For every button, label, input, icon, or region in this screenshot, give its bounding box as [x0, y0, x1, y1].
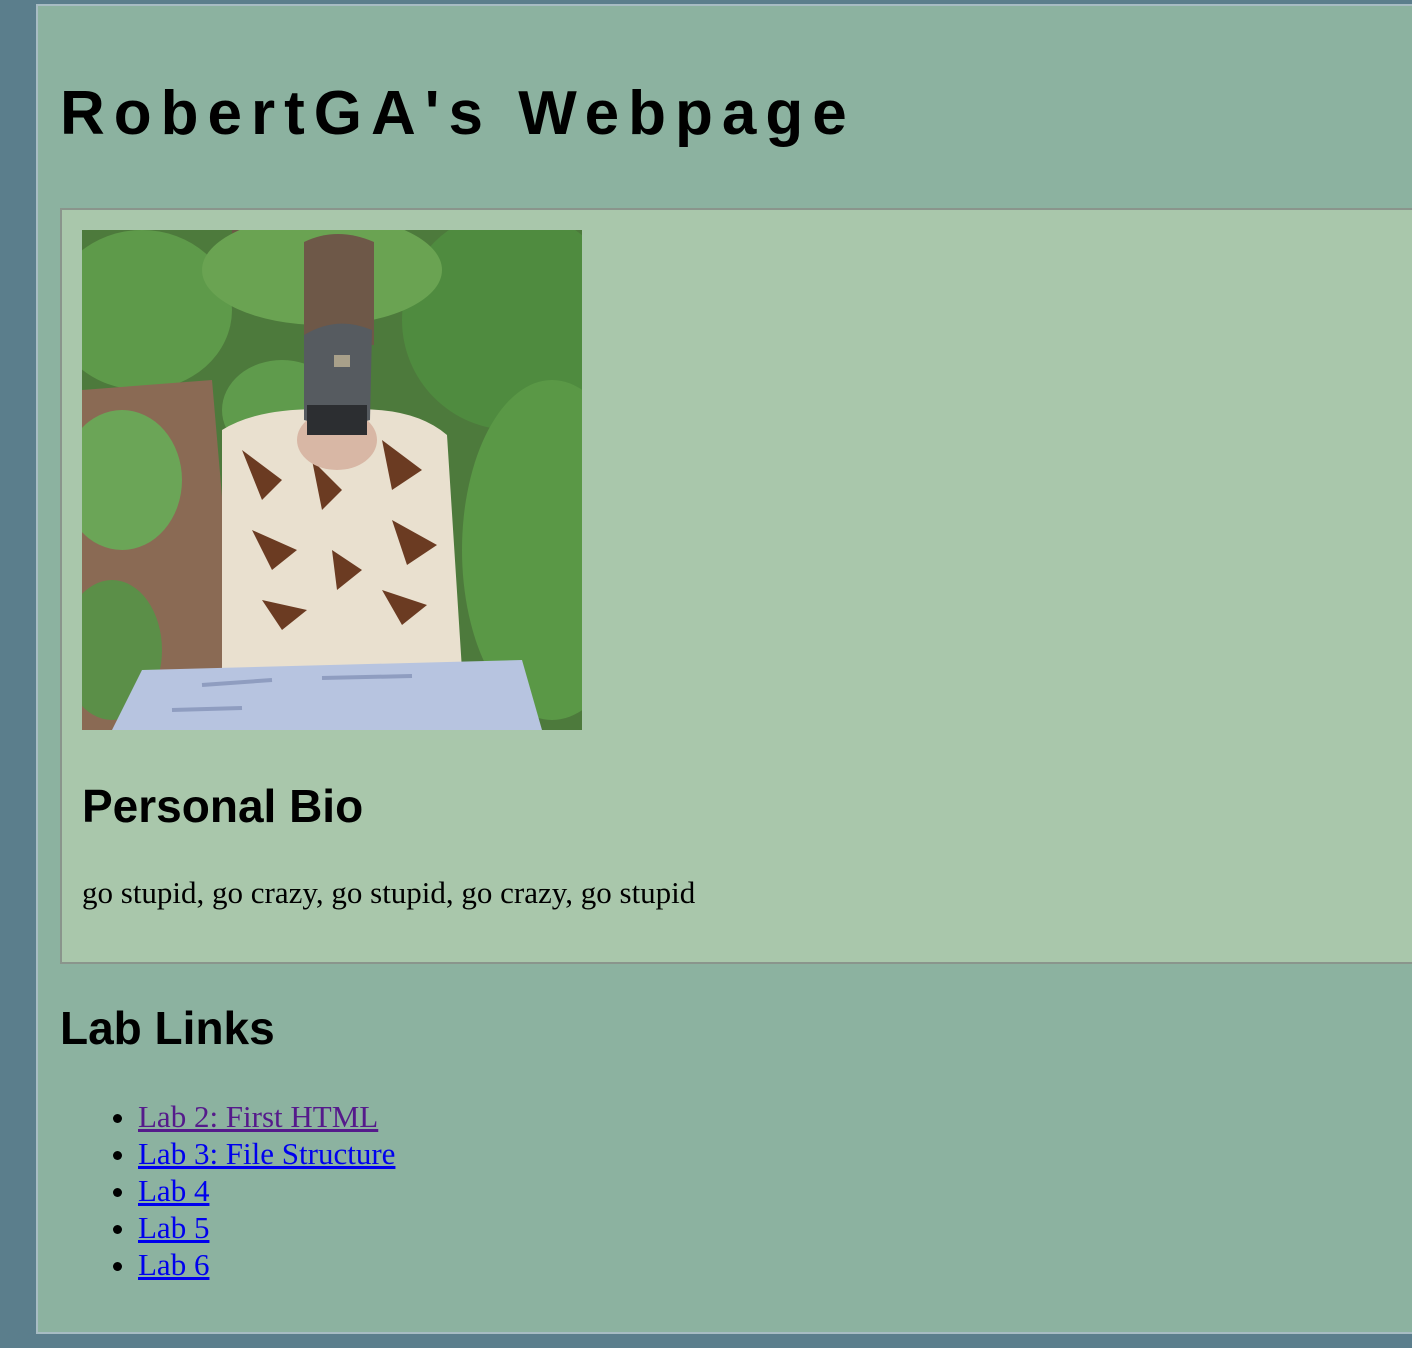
list-item: Lab 6: [138, 1246, 395, 1283]
lab-links-list: Lab 2: First HTML Lab 3: File Structure …: [38, 1098, 395, 1283]
list-item: Lab 2: First HTML: [138, 1098, 395, 1135]
list-item: Lab 3: File Structure: [138, 1135, 395, 1172]
bio-text: go stupid, go crazy, go stupid, go crazy…: [82, 875, 696, 910]
site-title: RobertGA's Webpage: [60, 79, 856, 148]
list-item: Lab 4: [138, 1172, 395, 1209]
page-container: RobertGA's Webpage Personal Bio go stupi…: [36, 4, 1412, 1334]
lab-4-link[interactable]: Lab 4: [138, 1173, 209, 1208]
profile-photo: [82, 230, 582, 730]
bio-heading: Personal Bio: [82, 780, 364, 832]
lab-6-link[interactable]: Lab 6: [138, 1247, 209, 1282]
lab-3-link[interactable]: Lab 3: File Structure: [138, 1136, 395, 1171]
bio-card: Personal Bio go stupid, go crazy, go stu…: [60, 208, 1412, 964]
lab-5-link[interactable]: Lab 5: [138, 1210, 209, 1245]
list-item: Lab 5: [138, 1209, 395, 1246]
lab-2-link[interactable]: Lab 2: First HTML: [138, 1099, 378, 1134]
lab-links-heading: Lab Links: [60, 1002, 275, 1054]
